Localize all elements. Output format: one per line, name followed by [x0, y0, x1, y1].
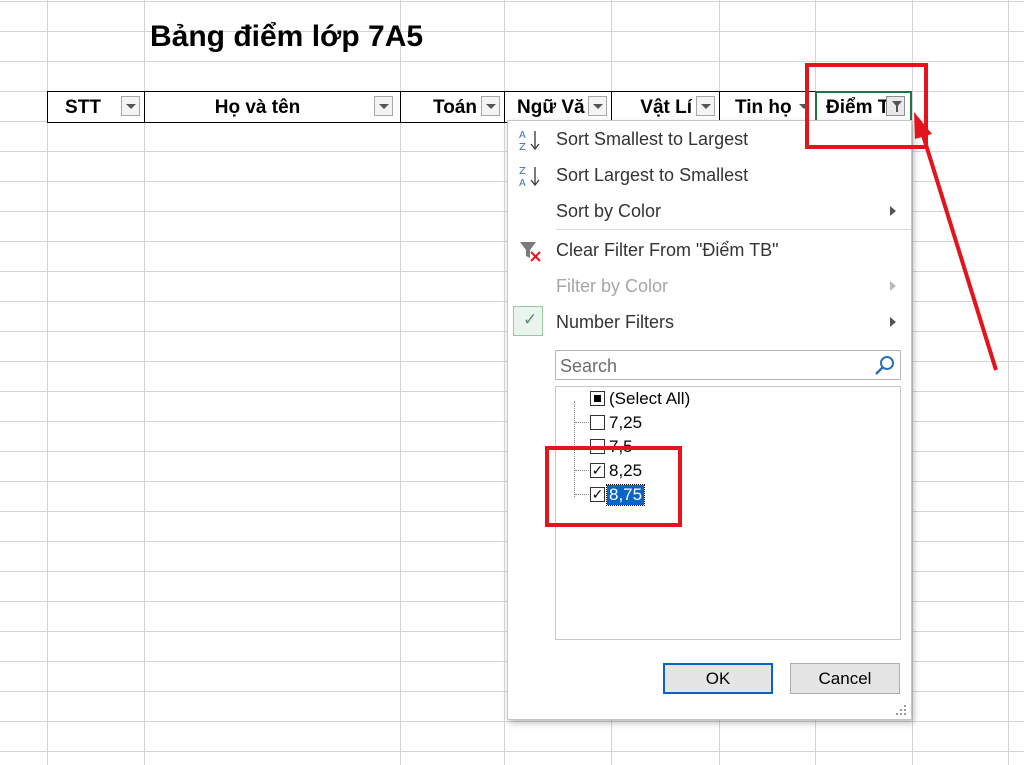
filter-value-list: (Select All) 7,25 7,5 ✓ 8,25 ✓ 8,75: [555, 386, 901, 640]
menu-item-label: Sort Largest to Smallest: [556, 165, 749, 185]
svg-text:A: A: [519, 178, 526, 188]
cancel-button[interactable]: Cancel: [790, 663, 900, 694]
menu-item-sort-ascending[interactable]: A Z Sort Smallest to Largest: [508, 122, 911, 156]
value-checkbox[interactable]: ✓: [590, 487, 605, 502]
table-header-row: STT Họ và tên Toán Ngữ Vă Vật Lí Tin họ …: [47, 91, 912, 123]
list-item[interactable]: ✓ 8,75: [556, 483, 900, 507]
autofilter-dropdown: A Z Sort Smallest to Largest Z A Sort La…: [507, 120, 912, 720]
header-cell-stt[interactable]: STT: [47, 92, 144, 122]
header-cell-ngu-van[interactable]: Ngữ Vă: [504, 92, 611, 122]
submenu-arrow-icon: [890, 281, 896, 291]
value-checkbox[interactable]: [590, 439, 605, 454]
header-cell-ho-va-ten[interactable]: Họ và tên: [144, 92, 400, 122]
list-item[interactable]: ✓ 8,25: [556, 459, 900, 483]
list-item-label: 8,75: [605, 484, 646, 506]
filter-active-button[interactable]: [886, 96, 905, 116]
menu-item-filter-by-color: Filter by Color: [508, 269, 911, 303]
filter-dropdown-button[interactable]: [794, 96, 813, 116]
checkmark-icon: ✓: [513, 306, 543, 336]
header-cell-diem-tb[interactable]: Điểm T: [815, 92, 912, 122]
gridline: [0, 721, 1024, 722]
gridline: [0, 1, 1024, 2]
header-label-vat-li: Vật Lí: [640, 97, 692, 118]
excel-worksheet: Bảng điểm lớp 7A5 STT Họ và tên Toán Ngữ…: [0, 0, 1024, 765]
menu-item-sort-descending[interactable]: Z A Sort Largest to Smallest: [508, 158, 911, 192]
filter-search-input[interactable]: [558, 353, 862, 379]
filter-dropdown-button[interactable]: [481, 96, 500, 116]
chevron-down-icon: [486, 104, 496, 109]
menu-item-label: Sort by Color: [556, 201, 662, 221]
header-label-ho-va-ten: Họ và tên: [214, 97, 301, 118]
submenu-arrow-icon: [890, 206, 896, 216]
chevron-down-icon: [799, 104, 809, 109]
menu-item-label: Clear Filter From "Điểm TB": [556, 240, 779, 260]
gridline: [912, 0, 913, 765]
select-all-checkbox[interactable]: [590, 391, 605, 406]
header-label-tin-hoc: Tin họ: [735, 97, 792, 118]
chevron-down-icon: [593, 104, 603, 109]
sort-ascending-icon: A Z: [519, 130, 540, 152]
menu-item-label: Sort Smallest to Largest: [556, 129, 749, 149]
ok-button[interactable]: OK: [663, 663, 773, 694]
submenu-arrow-icon: [890, 317, 896, 327]
gridline: [1008, 0, 1009, 765]
value-checkbox[interactable]: [590, 415, 605, 430]
menu-item-sort-by-color[interactable]: Sort by Color: [508, 194, 911, 228]
header-label-stt: STT: [65, 97, 101, 118]
list-item-label: 7,5: [609, 437, 633, 456]
list-item[interactable]: 7,25: [556, 411, 900, 435]
header-label-toan: Toán: [433, 97, 477, 118]
list-item[interactable]: (Select All): [556, 387, 900, 411]
header-label-diem-tb: Điểm T: [826, 97, 888, 118]
clear-filter-icon: [520, 242, 541, 262]
list-item-label: 8,25: [609, 461, 643, 480]
list-item-label: (Select All): [609, 389, 691, 408]
header-cell-vat-li[interactable]: Vật Lí: [611, 92, 719, 122]
header-cell-tin-hoc[interactable]: Tin họ: [719, 92, 815, 122]
menu-separator: [556, 229, 911, 230]
svg-text:Z: Z: [519, 142, 526, 152]
filter-dropdown-button[interactable]: [374, 96, 393, 116]
filter-dropdown-button[interactable]: [121, 96, 140, 116]
filter-dropdown-button[interactable]: [696, 96, 715, 116]
chevron-down-icon: [126, 104, 136, 109]
svg-text:A: A: [519, 130, 526, 141]
list-item-label: 7,25: [609, 413, 643, 432]
filter-search-box[interactable]: [555, 350, 901, 380]
sheet-title: Bảng điểm lớp 7A5: [150, 20, 424, 53]
menu-item-number-filters[interactable]: ✓ Number Filters: [508, 305, 911, 339]
sort-descending-icon: Z A: [519, 166, 540, 188]
search-icon[interactable]: [873, 354, 897, 378]
filter-dropdown-button[interactable]: [588, 96, 607, 116]
chevron-down-icon: [379, 104, 389, 109]
list-item[interactable]: 7,5: [556, 435, 900, 459]
value-checkbox[interactable]: ✓: [590, 463, 605, 478]
svg-text:Z: Z: [519, 166, 526, 177]
menu-item-label: Number Filters: [556, 312, 675, 332]
header-label-ngu-van: Ngữ Vă: [517, 97, 585, 118]
header-cell-toan[interactable]: Toán: [400, 92, 504, 122]
menu-item-label: Filter by Color: [556, 276, 669, 296]
resize-grip-icon[interactable]: [894, 703, 908, 717]
chevron-down-icon: [701, 104, 711, 109]
menu-item-clear-filter[interactable]: Clear Filter From "Điểm TB": [508, 233, 911, 267]
gridline: [0, 751, 1024, 752]
gridline: [0, 61, 1024, 62]
